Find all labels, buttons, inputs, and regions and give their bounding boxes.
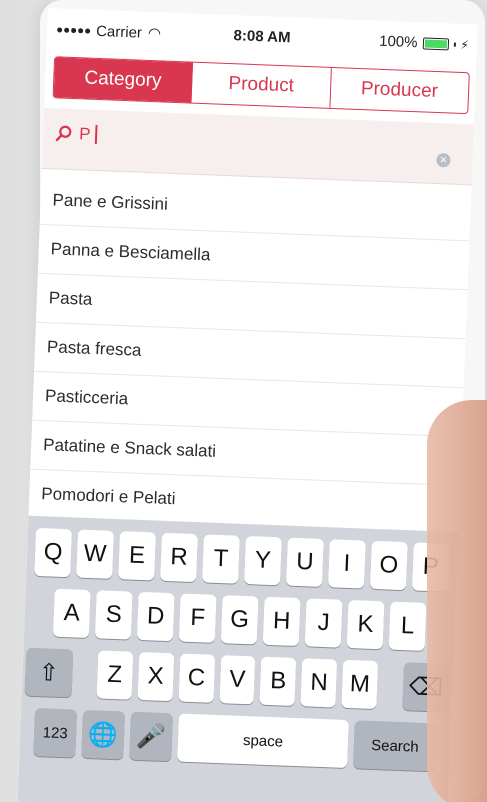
battery-tip [453,42,456,47]
numbers-key[interactable]: 123 [33,708,78,758]
keyboard-row-4: 123 🌐 🎤 space Search [19,707,451,772]
globe-icon: 🌐 [87,720,119,749]
battery-percent: 100% [378,32,418,52]
key-j[interactable]: J [304,598,343,648]
photo-stage: Carrier ◠ 8:08 AM 100% ⚡ Category Produc… [0,0,487,802]
key-t[interactable]: T [202,534,240,584]
microphone-icon: 🎤 [135,722,167,751]
search-key[interactable]: Search [353,720,437,772]
battery-indicator: 100% ⚡ [379,33,469,53]
app-screen: Carrier ◠ 8:08 AM 100% ⚡ Category Produc… [17,8,478,802]
finger-overlay [427,400,487,802]
keyboard-row-1: Q W E R T Y U I O P [26,527,458,592]
keyboard-row-3: ⇧ Z X C V B N M ⌫ [22,647,454,712]
clear-search-icon[interactable]: ✕ [436,153,451,168]
key-s[interactable]: S [94,590,133,640]
tab-category[interactable]: Category [53,57,194,103]
keyboard-row-2: A S D F G H J K L [24,588,456,652]
shift-key[interactable]: ⇧ [24,647,73,698]
key-e[interactable]: E [118,531,156,581]
key-b[interactable]: B [259,656,297,706]
key-f[interactable]: F [178,593,217,643]
space-key[interactable]: space [177,713,349,769]
key-c[interactable]: C [178,653,215,703]
key-v[interactable]: V [219,655,256,705]
battery-icon [422,36,449,50]
key-a[interactable]: A [52,588,91,639]
tab-product[interactable]: Product [191,62,332,108]
key-w[interactable]: W [76,529,114,579]
key-r[interactable]: R [160,532,198,583]
search-input[interactable] [78,121,400,160]
key-m[interactable]: M [341,659,379,710]
key-y[interactable]: Y [244,535,282,586]
key-l[interactable]: L [388,601,427,651]
onscreen-keyboard: Q W E R T Y U I O P A S D F G H J K L [17,515,459,802]
key-k[interactable]: K [346,599,385,650]
dictation-key[interactable]: 🎤 [129,711,174,762]
key-z[interactable]: Z [96,650,134,700]
key-o[interactable]: O [369,540,408,591]
category-results-list: Pane e Grissini Panna e Besciamella Past… [28,175,472,536]
key-n[interactable]: N [300,658,338,708]
search-mode-tabs: Category Product Producer [52,56,470,115]
charging-icon: ⚡ [460,37,470,52]
tab-producer[interactable]: Producer [330,68,469,113]
key-u[interactable]: U [286,537,324,587]
key-g[interactable]: G [220,595,259,645]
key-d[interactable]: D [136,591,175,642]
key-x[interactable]: X [137,651,174,702]
key-i[interactable]: I [327,539,366,589]
key-q[interactable]: Q [34,527,73,578]
shift-icon: ⇧ [38,658,60,687]
key-h[interactable]: H [262,596,301,647]
search-bar: ✕ [41,107,474,186]
globe-key[interactable]: 🌐 [81,709,126,760]
search-icon [55,125,72,142]
